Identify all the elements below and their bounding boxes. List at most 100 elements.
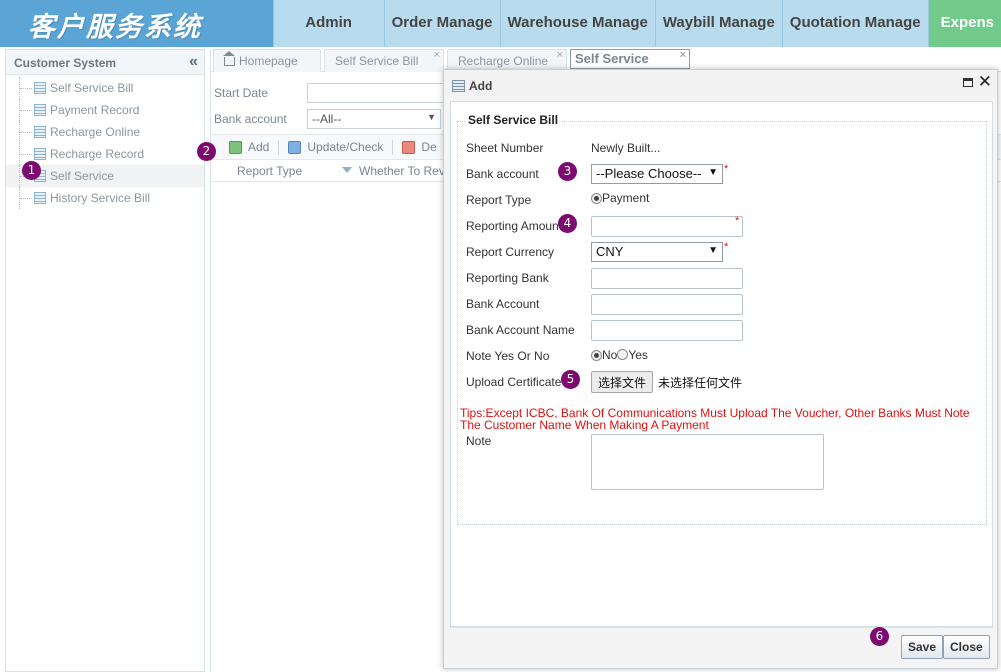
bank-account-select[interactable]: --Please Choose-- ▼: [591, 164, 723, 184]
close-icon[interactable]: ✕: [978, 72, 992, 92]
dialog-body: Self Service Bill Sheet Number Newly Buil…: [450, 101, 993, 627]
step-badge-6: 6: [870, 627, 889, 646]
sidebar-tree: Self Service Bill Payment Record Recharg…: [6, 75, 204, 209]
reporting-bank-input[interactable]: [591, 267, 743, 289]
required-mark: *: [724, 241, 729, 253]
sidebar-item-self-service-bill[interactable]: Self Service Bill: [6, 77, 204, 99]
note-yes-label: Yes: [628, 348, 648, 362]
sheet-number-value: Newly Built...: [591, 141, 661, 155]
bank-account-value: --Please Choose--: [596, 166, 702, 181]
required-mark: *: [735, 215, 740, 227]
dialog-titlebar: Add: [444, 70, 997, 96]
note-no-label: No: [602, 348, 618, 362]
reporting-amount-input[interactable]: [591, 215, 743, 237]
bank-account-filter-select[interactable]: --All-- ▼: [307, 109, 441, 129]
required-mark: *: [724, 163, 729, 175]
sidebar-item-label: Recharge Online: [50, 125, 141, 139]
bank-account-label: Bank account: [214, 112, 287, 126]
add-dialog: Add ✕ Self Service Bill Sheet Number Newl…: [443, 69, 998, 669]
document-icon: [34, 192, 46, 204]
sidebar-title: Customer System: [14, 56, 117, 70]
tab-label: Recharge Online: [458, 54, 549, 68]
chevron-down-icon: ▼: [708, 167, 718, 178]
chevron-down-icon: ▼: [427, 112, 436, 122]
document-icon: [34, 126, 46, 138]
document-icon: [34, 82, 46, 94]
edit-icon: [288, 140, 302, 154]
report-type-label: Report Type: [466, 193, 532, 207]
nav-order-manage[interactable]: Order Manage: [383, 0, 500, 47]
tab-homepage[interactable]: Homepage: [213, 49, 321, 72]
sidebar-item-history-service-bill[interactable]: History Service Bill: [6, 187, 204, 209]
report-currency-label: Report Currency: [466, 245, 555, 259]
column-report-type[interactable]: Report Type: [237, 164, 359, 178]
file-status: 未选择任何文件: [658, 375, 743, 390]
bank-account-input[interactable]: [591, 293, 743, 315]
step-badge-1: 1: [22, 161, 41, 180]
start-date-label: Start Date: [214, 86, 269, 100]
start-date-input[interactable]: [307, 83, 447, 103]
toolbar-divider: [278, 139, 280, 155]
report-type-radio[interactable]: [591, 192, 602, 204]
home-icon: [223, 51, 235, 66]
tab-self-service-bill[interactable]: Self Service Bill ×: [324, 49, 444, 72]
close-button[interactable]: Close: [943, 635, 990, 659]
document-icon: [34, 148, 46, 160]
tab-label: Self Service Bill: [335, 54, 419, 68]
step-badge-4: 4: [558, 214, 577, 233]
report-type-value: Payment: [602, 191, 650, 205]
delete-button[interactable]: De: [402, 140, 437, 154]
dialog-title: Add: [469, 79, 493, 93]
close-icon[interactable]: ×: [557, 49, 563, 61]
chevron-down-icon: ▼: [708, 245, 718, 256]
delete-label: De: [421, 140, 437, 154]
step-badge-5: 5: [561, 370, 580, 389]
sidebar-item-recharge-online[interactable]: Recharge Online: [6, 121, 204, 143]
tab-self-service[interactable]: Self Service ×: [570, 49, 690, 69]
top-header: 客户服务系统 Admin Order Manage Warehouse Mana…: [0, 0, 1001, 47]
bank-account-filter-value: --All--: [312, 112, 342, 126]
delete-icon: [402, 140, 416, 154]
sidebar-item-label: History Service Bill: [50, 191, 151, 205]
note-no-radio[interactable]: [591, 349, 602, 361]
note-yes-radio[interactable]: [617, 348, 629, 360]
save-button[interactable]: Save: [901, 635, 944, 659]
collapse-icon[interactable]: «: [189, 53, 198, 71]
step-badge-3: 3: [558, 162, 577, 181]
nav-admin[interactable]: Admin: [272, 0, 384, 47]
form-icon: [452, 80, 465, 92]
close-icon[interactable]: ×: [434, 49, 440, 61]
sidebar: Customer System « Self Service Bill Paym…: [5, 49, 205, 672]
tab-label: Self Service: [575, 51, 649, 66]
nav-waybill-manage[interactable]: Waybill Manage: [654, 0, 782, 47]
reporting-bank-label: Reporting Bank: [466, 271, 549, 285]
update-check-label: Update/Check: [307, 140, 384, 154]
update-check-button[interactable]: Update/Check: [288, 140, 383, 154]
fieldset-legend: Self Service Bill: [465, 113, 562, 127]
maximize-icon[interactable]: [963, 78, 973, 87]
add-icon: [229, 140, 242, 154]
bank-account-number-label: Bank Account: [466, 297, 540, 311]
sidebar-item-payment-record[interactable]: Payment Record: [6, 99, 204, 121]
column-label: Report Type: [237, 163, 303, 178]
nav-quotation-manage[interactable]: Quotation Manage: [781, 0, 928, 47]
report-currency-select[interactable]: CNY ▼: [591, 242, 723, 262]
column-label: Whether To Rev: [359, 163, 445, 178]
sidebar-item-label: Self Service: [50, 169, 115, 183]
dialog-footer: Save Close: [450, 627, 993, 664]
toolbar-divider: [392, 139, 394, 155]
report-currency-value: CNY: [596, 244, 624, 259]
note-textarea[interactable]: [591, 434, 824, 490]
nav-warehouse-manage[interactable]: Warehouse Manage: [499, 0, 655, 47]
sidebar-item-label: Self Service Bill: [50, 81, 134, 95]
close-icon[interactable]: ×: [680, 49, 686, 61]
nav-expense[interactable]: Expens: [927, 0, 1001, 47]
sidebar-item-label: Payment Record: [50, 103, 140, 117]
sidebar-item-label: Recharge Record: [50, 147, 145, 161]
bank-account-name-input[interactable]: [591, 319, 743, 341]
filter-icon[interactable]: [342, 166, 352, 173]
add-button[interactable]: Add: [229, 140, 269, 154]
form-fieldset: Self Service Bill Sheet Number Newly Buil…: [457, 113, 987, 525]
choose-file-button[interactable]: 选择文件: [591, 371, 654, 393]
tips-text: Tips:Except ICBC, Bank Of Communications…: [460, 407, 980, 431]
